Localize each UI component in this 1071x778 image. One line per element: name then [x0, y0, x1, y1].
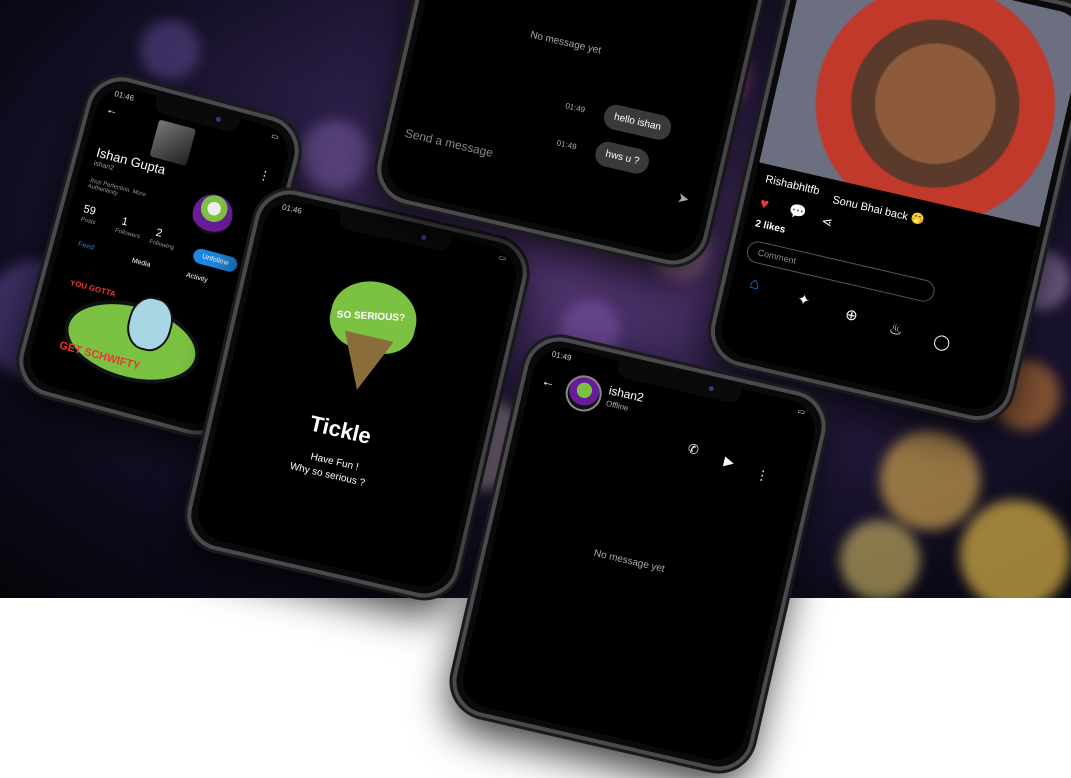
- status-time: 01:46: [281, 202, 303, 216]
- more-vert-icon[interactable]: ⋮: [754, 466, 770, 485]
- followers-label[interactable]: Followers: [114, 228, 140, 240]
- likes-count: 2 likes: [754, 218, 787, 236]
- message-bubble-2[interactable]: hws u ?: [593, 139, 652, 177]
- comment-icon[interactable]: 💬: [787, 202, 809, 222]
- empty-chat-text: No message yet: [529, 29, 603, 57]
- message-input[interactable]: Send a message: [404, 126, 495, 160]
- contact-avatar[interactable]: [562, 371, 606, 416]
- back-arrow-icon[interactable]: ←: [105, 102, 120, 119]
- avatar[interactable]: [149, 119, 197, 166]
- message-time-2: 01:49: [555, 138, 578, 152]
- status-time: 01:49: [550, 349, 573, 363]
- tab-media[interactable]: Media: [131, 257, 151, 269]
- heart-icon[interactable]: ♥: [758, 195, 771, 214]
- post-username[interactable]: Rishabhltfb: [764, 173, 820, 197]
- battery-icon: ▭: [497, 252, 508, 263]
- message-time-1: 01:49: [564, 101, 586, 115]
- explore-icon[interactable]: ✦: [796, 290, 812, 310]
- user-icon[interactable]: ◯: [932, 331, 952, 352]
- empty-chat-text: No message yet: [592, 547, 666, 575]
- share-icon[interactable]: ⋖: [820, 213, 834, 231]
- back-arrow-icon[interactable]: ←: [540, 372, 557, 391]
- posts-label: Posts: [80, 216, 97, 227]
- tab-activity[interactable]: Activity: [185, 272, 208, 285]
- comment-input[interactable]: Comment: [744, 239, 937, 304]
- fire-icon[interactable]: ♨: [887, 319, 904, 340]
- video-call-icon[interactable]: ▶: [722, 453, 736, 471]
- home-icon[interactable]: ⌂: [748, 275, 761, 295]
- following-count[interactable]: 2: [154, 227, 163, 240]
- profile-bio: Jnus Perfection. More Authenticity: [86, 177, 147, 199]
- add-icon[interactable]: ⊕: [843, 305, 859, 325]
- app-logo: SO SERIOUS?: [315, 273, 424, 400]
- more-vert-icon[interactable]: ⋮: [257, 167, 272, 184]
- battery-icon: ▭: [796, 406, 807, 417]
- following-label[interactable]: Following: [149, 239, 175, 251]
- unfollow-button[interactable]: Unfollow: [191, 247, 239, 274]
- joker-avatar: [188, 189, 238, 239]
- status-time: 01:46: [113, 89, 136, 103]
- sticker-top-text: YOU GOTTA: [68, 278, 117, 299]
- feed-image-sticker[interactable]: YOU GOTTA GET SCHWIFTY: [44, 269, 215, 404]
- app-name: Tickle: [307, 410, 374, 449]
- send-icon[interactable]: ➤: [676, 189, 691, 208]
- logo-cone: [332, 330, 394, 396]
- phone-call-icon[interactable]: ✆: [686, 441, 700, 459]
- followers-count[interactable]: 1: [120, 215, 129, 228]
- post-caption: Sonu Bhai back 🤭: [831, 193, 926, 227]
- battery-icon: ▭: [270, 131, 280, 142]
- posts-count: 59: [82, 203, 98, 218]
- tab-feed[interactable]: Feed: [77, 241, 94, 252]
- message-bubble-1[interactable]: hello ishan: [601, 102, 674, 143]
